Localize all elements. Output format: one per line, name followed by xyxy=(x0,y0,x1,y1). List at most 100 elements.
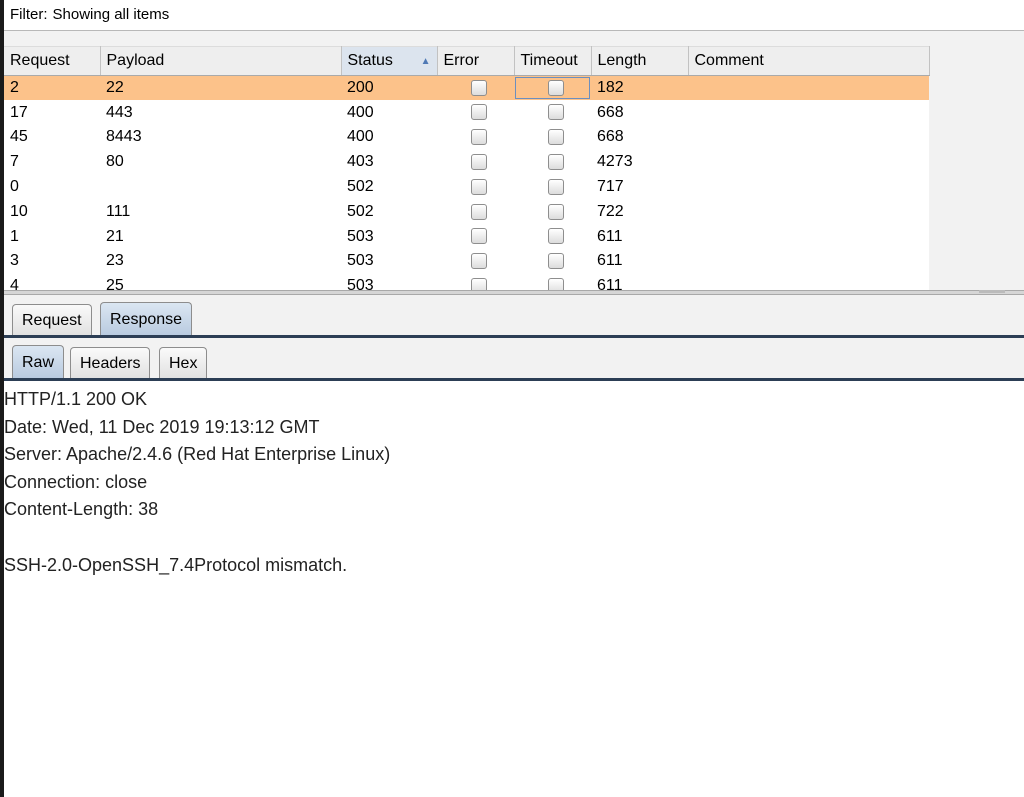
error-cell xyxy=(437,125,514,150)
error-checkbox[interactable] xyxy=(470,203,487,220)
column-header-error[interactable]: Error xyxy=(437,46,515,76)
cell-length: 182 xyxy=(591,75,688,101)
cell-comment xyxy=(688,199,929,225)
table-row[interactable]: 45 8443 400 668 xyxy=(4,125,929,150)
table-row[interactable]: 7 80 403 4273 xyxy=(4,149,929,175)
column-header-payload[interactable]: Payload xyxy=(100,46,342,76)
response-viewer[interactable]: HTTP/1.1 200 OK Date: Wed, 11 Dec 2019 1… xyxy=(4,381,1024,797)
cell-comment xyxy=(688,100,929,126)
column-header-status[interactable]: Status ▲ xyxy=(341,46,438,76)
error-cell xyxy=(437,249,514,274)
column-header-comment[interactable]: Comment xyxy=(688,46,930,76)
outer-tab-bar: Request Response xyxy=(4,295,1024,338)
timeout-checkbox[interactable] xyxy=(547,79,564,96)
timeout-cell xyxy=(514,174,591,200)
timeout-checkbox[interactable] xyxy=(547,129,564,146)
cell-request: 45 xyxy=(4,125,100,150)
timeout-checkbox[interactable] xyxy=(547,278,564,290)
cell-request: 2 xyxy=(4,75,100,101)
error-checkbox[interactable] xyxy=(470,228,487,245)
cell-payload: 8443 xyxy=(100,125,341,150)
error-checkbox[interactable] xyxy=(470,79,487,96)
response-line xyxy=(4,524,1024,552)
cell-payload xyxy=(100,174,341,200)
cell-status: 502 xyxy=(341,174,437,200)
divider-grip[interactable] xyxy=(979,290,1005,293)
tab-hex[interactable]: Hex xyxy=(159,347,208,378)
cell-status: 503 xyxy=(341,224,437,250)
tab-response[interactable]: Response xyxy=(100,302,193,335)
error-checkbox[interactable] xyxy=(470,178,487,195)
cell-request: 4 xyxy=(4,273,100,290)
sort-ascending-icon: ▲ xyxy=(420,56,431,67)
timeout-checkbox[interactable] xyxy=(547,253,564,270)
timeout-checkbox[interactable] xyxy=(547,228,564,245)
error-cell xyxy=(437,273,514,290)
timeout-cell xyxy=(514,75,591,101)
column-header-timeout[interactable]: Timeout xyxy=(514,46,592,76)
cell-comment xyxy=(688,75,929,101)
cell-length: 668 xyxy=(591,125,688,150)
cell-length: 611 xyxy=(591,224,688,250)
cell-comment xyxy=(688,249,929,274)
error-checkbox[interactable] xyxy=(470,278,487,290)
cell-payload: 23 xyxy=(100,249,341,274)
cell-comment xyxy=(688,224,929,250)
cell-payload: 21 xyxy=(100,224,341,250)
cell-length: 611 xyxy=(591,273,688,290)
results-table-container[interactable]: Request Payload Status ▲ Error Timeout Le… xyxy=(4,46,1024,290)
error-checkbox[interactable] xyxy=(470,253,487,270)
cell-payload: 22 xyxy=(100,75,341,101)
error-cell xyxy=(437,174,514,200)
cell-payload: 80 xyxy=(100,149,341,175)
cell-request: 7 xyxy=(4,149,100,175)
table-row[interactable]: 10 111 502 722 xyxy=(4,199,929,225)
response-line: Connection: close xyxy=(4,471,148,492)
error-cell xyxy=(437,149,514,175)
cell-length: 722 xyxy=(591,199,688,225)
results-table: Request Payload Status ▲ Error Timeout Le… xyxy=(4,46,930,290)
cell-status: 503 xyxy=(341,249,437,274)
timeout-cell xyxy=(514,224,591,250)
timeout-checkbox[interactable] xyxy=(547,203,564,220)
table-row[interactable]: 2 22 200 182 xyxy=(4,75,929,101)
cell-comment xyxy=(688,149,929,175)
column-header-request[interactable]: Request xyxy=(4,46,101,76)
column-header-length[interactable]: Length xyxy=(591,46,689,76)
timeout-checkbox[interactable] xyxy=(547,178,564,195)
table-row[interactable]: 0 502 717 xyxy=(4,174,929,200)
error-cell xyxy=(437,199,514,225)
inner-tab-bar: Raw Headers Hex xyxy=(4,338,1024,381)
table-row[interactable]: 17 443 400 668 xyxy=(4,100,929,126)
error-checkbox[interactable] xyxy=(470,154,487,171)
table-row[interactable]: 1 21 503 611 xyxy=(4,224,929,250)
timeout-cell xyxy=(514,273,591,290)
cell-length: 668 xyxy=(591,100,688,126)
cell-comment xyxy=(688,273,929,290)
tab-headers[interactable]: Headers xyxy=(70,347,151,378)
response-line: Date: Wed, 11 Dec 2019 19:13:12 GMT xyxy=(4,416,320,437)
table-spacer xyxy=(4,31,1024,46)
cell-request: 0 xyxy=(4,174,100,200)
cell-length: 4273 xyxy=(591,149,688,175)
timeout-cell xyxy=(514,199,591,225)
cell-status: 400 xyxy=(341,100,437,126)
table-header-row: Request Payload Status ▲ Error Timeout Le… xyxy=(4,46,930,76)
cell-payload: 443 xyxy=(100,100,341,126)
error-checkbox[interactable] xyxy=(470,104,487,121)
timeout-checkbox[interactable] xyxy=(547,154,564,171)
tab-request[interactable]: Request xyxy=(12,304,92,335)
tab-raw[interactable]: Raw xyxy=(12,345,65,378)
table-row[interactable]: 4 25 503 611 xyxy=(4,273,929,290)
filter-bar[interactable]: Filter: Showing all items xyxy=(4,0,1024,31)
timeout-cell xyxy=(514,100,591,126)
error-cell xyxy=(437,75,514,101)
response-line: HTTP/1.1 200 OK xyxy=(4,389,148,409)
response-line: Server: Apache/2.4.6 (Red Hat Enterprise… xyxy=(4,444,391,465)
cell-request: 17 xyxy=(4,100,100,126)
timeout-checkbox[interactable] xyxy=(547,104,564,121)
table-row[interactable]: 3 23 503 611 xyxy=(4,249,929,274)
error-checkbox[interactable] xyxy=(470,129,487,146)
error-cell xyxy=(437,100,514,126)
cell-status: 502 xyxy=(341,199,437,225)
